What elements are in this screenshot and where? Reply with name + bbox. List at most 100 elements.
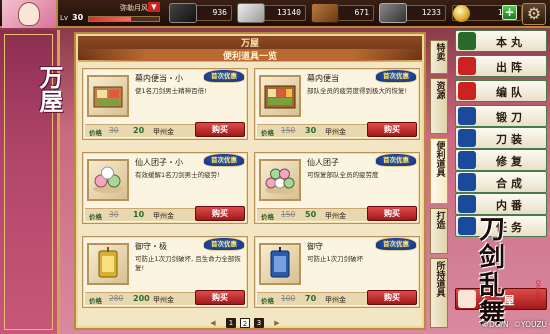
tab-owned-items-label: 所持道具	[434, 261, 445, 297]
item-card: 御守 可防止1次刀剑破坏 首次优惠 价格 100 70 甲州金 购买	[254, 236, 420, 308]
menu-label: 合成	[496, 177, 526, 190]
price-unit: 甲州金	[325, 212, 346, 220]
tab-sale-label: 特卖	[434, 43, 445, 61]
flag-icon	[458, 57, 476, 75]
price-unit: 甲州金	[325, 296, 346, 304]
avatar-face-icon	[18, 2, 40, 26]
item-desc: 可恢复部队全员的疲劳度	[307, 171, 379, 179]
menu-label: 编队	[496, 86, 526, 99]
whetstone-icon	[379, 3, 407, 23]
item-name: 幕内便当	[307, 74, 339, 83]
menu-merge[interactable]: 合成	[455, 171, 547, 193]
item-name: 幕内便当・小	[135, 74, 183, 83]
item-name: 仙人团子	[307, 158, 339, 167]
top-bar: 弥勒月风 ▼ Lv 30 936 13140 671 1233 1690 + ⚙	[0, 0, 550, 28]
item-desc: 使1名刀剑男士精神百倍!	[135, 87, 207, 95]
panel-header: 万屋 便利道具一览	[78, 36, 422, 62]
price-unit: 甲州金	[153, 212, 174, 220]
menu-sortie[interactable]: 出阵	[455, 55, 547, 77]
tab-convenience-items[interactable]: 便利道具	[430, 138, 448, 204]
castle-icon	[458, 32, 476, 50]
first-discount-badge: 首次优惠	[375, 237, 417, 251]
buy-button[interactable]: 购买	[195, 206, 245, 221]
price-old: 280	[109, 294, 124, 303]
price-old: 150	[281, 126, 296, 135]
tab-forge-label: 打造	[434, 211, 445, 229]
item-desc: 有效缓解1名刀剑男士的疲劳!	[135, 171, 220, 179]
price-unit: 甲州金	[153, 296, 174, 304]
price-label: 价格	[89, 297, 102, 305]
item-card: 仙人团子 可恢复部队全员的疲劳度 首次优惠 价格 150 50 甲州金 购买	[254, 152, 420, 224]
menu-label: 内番	[496, 199, 526, 212]
tab-sale[interactable]: 特卖	[430, 40, 448, 74]
bento-icon	[259, 75, 301, 117]
price-new: 30	[305, 126, 317, 135]
first-discount-badge: 首次优惠	[375, 69, 417, 83]
first-discount-badge: 首次优惠	[375, 153, 417, 167]
player-flag-icon: ▼	[148, 2, 160, 12]
page-1-button[interactable]: 1	[226, 318, 236, 328]
left-banner: 万屋	[0, 30, 64, 334]
pagination: ◀ 1 2 3 ▶	[186, 318, 306, 328]
dango-small-icon	[87, 159, 129, 201]
page-2-button[interactable]: 2	[240, 318, 250, 328]
tab-resources-label: 资源	[434, 81, 445, 99]
menu-equip[interactable]: 刀装	[455, 127, 547, 149]
price-label: 价格	[89, 129, 102, 137]
menu-forge[interactable]: 锻刀	[455, 105, 547, 127]
price-old: 30	[109, 126, 119, 135]
add-coin-button[interactable]: +	[502, 5, 517, 20]
price-row: 价格 30 10 甲州金	[85, 208, 195, 221]
item-desc: 部队全员的疲劳度得到极大的恢复!	[307, 87, 408, 95]
buy-button[interactable]: 购买	[367, 122, 417, 137]
buy-button[interactable]: 购买	[367, 290, 417, 305]
price-row: 价格 150 30 甲州金	[257, 124, 367, 137]
menu-label: 出阵	[496, 61, 526, 74]
resource-steel: 13140	[237, 3, 306, 23]
menu-formation[interactable]: 编队	[455, 80, 547, 102]
resource-whetstone-value: 1233	[421, 8, 441, 17]
copyright-text: ©DG/N· ©YOUZU	[481, 320, 547, 329]
user-line: 弥勒月风 ▼	[60, 2, 170, 13]
item-name: 仙人团子・小	[135, 158, 183, 167]
menu-label: 本丸	[496, 36, 526, 49]
bento-small-icon	[87, 75, 129, 117]
buy-button[interactable]: 购买	[195, 122, 245, 137]
coin-icon	[453, 5, 470, 22]
buy-button[interactable]: 购买	[195, 290, 245, 305]
buy-button[interactable]: 购买	[367, 206, 417, 221]
price-row: 价格 100 70 甲州金	[257, 292, 367, 305]
price-label: 价格	[261, 297, 274, 305]
menu-repair[interactable]: 修复	[455, 149, 547, 171]
resource-charcoal: 936	[169, 3, 232, 23]
merge-icon	[458, 173, 476, 191]
settings-gear-icon[interactable]: ⚙	[522, 3, 546, 25]
tab-forge[interactable]: 打造	[430, 208, 448, 254]
item-name: 御守・极	[135, 242, 167, 251]
price-old: 150	[281, 210, 296, 219]
steel-icon	[237, 3, 265, 23]
price-row: 价格 30 20 甲州金	[85, 124, 195, 137]
forge-icon	[458, 107, 476, 125]
page-next-icon[interactable]: ▶	[272, 318, 282, 328]
menu-label: 锻刀	[496, 111, 526, 124]
price-new: 10	[133, 210, 145, 219]
page-prev-icon[interactable]: ◀	[208, 318, 218, 328]
item-card: 仙人团子・小 有效缓解1名刀剑男士的疲劳! 首次优惠 价格 30 10 甲州金 …	[82, 152, 248, 224]
price-new: 20	[133, 126, 145, 135]
menu-chores[interactable]: 内番	[455, 193, 547, 215]
menu-honmaru[interactable]: 本丸	[455, 30, 547, 52]
page-3-button[interactable]: 3	[254, 318, 264, 328]
logo-subtext: ONLINE	[534, 280, 541, 303]
shop-icon	[458, 290, 476, 308]
tab-owned-items[interactable]: 所持道具	[430, 258, 448, 328]
level-value: 30	[72, 13, 84, 22]
tab-resources[interactable]: 资源	[430, 78, 448, 134]
amulet-gold-icon	[87, 243, 129, 285]
price-new: 200	[133, 294, 150, 303]
level-progress-fill	[89, 17, 131, 21]
charcoal-icon	[169, 3, 197, 23]
player-avatar[interactable]	[2, 0, 58, 28]
repair-icon	[458, 151, 476, 169]
coolant-icon	[311, 3, 339, 23]
